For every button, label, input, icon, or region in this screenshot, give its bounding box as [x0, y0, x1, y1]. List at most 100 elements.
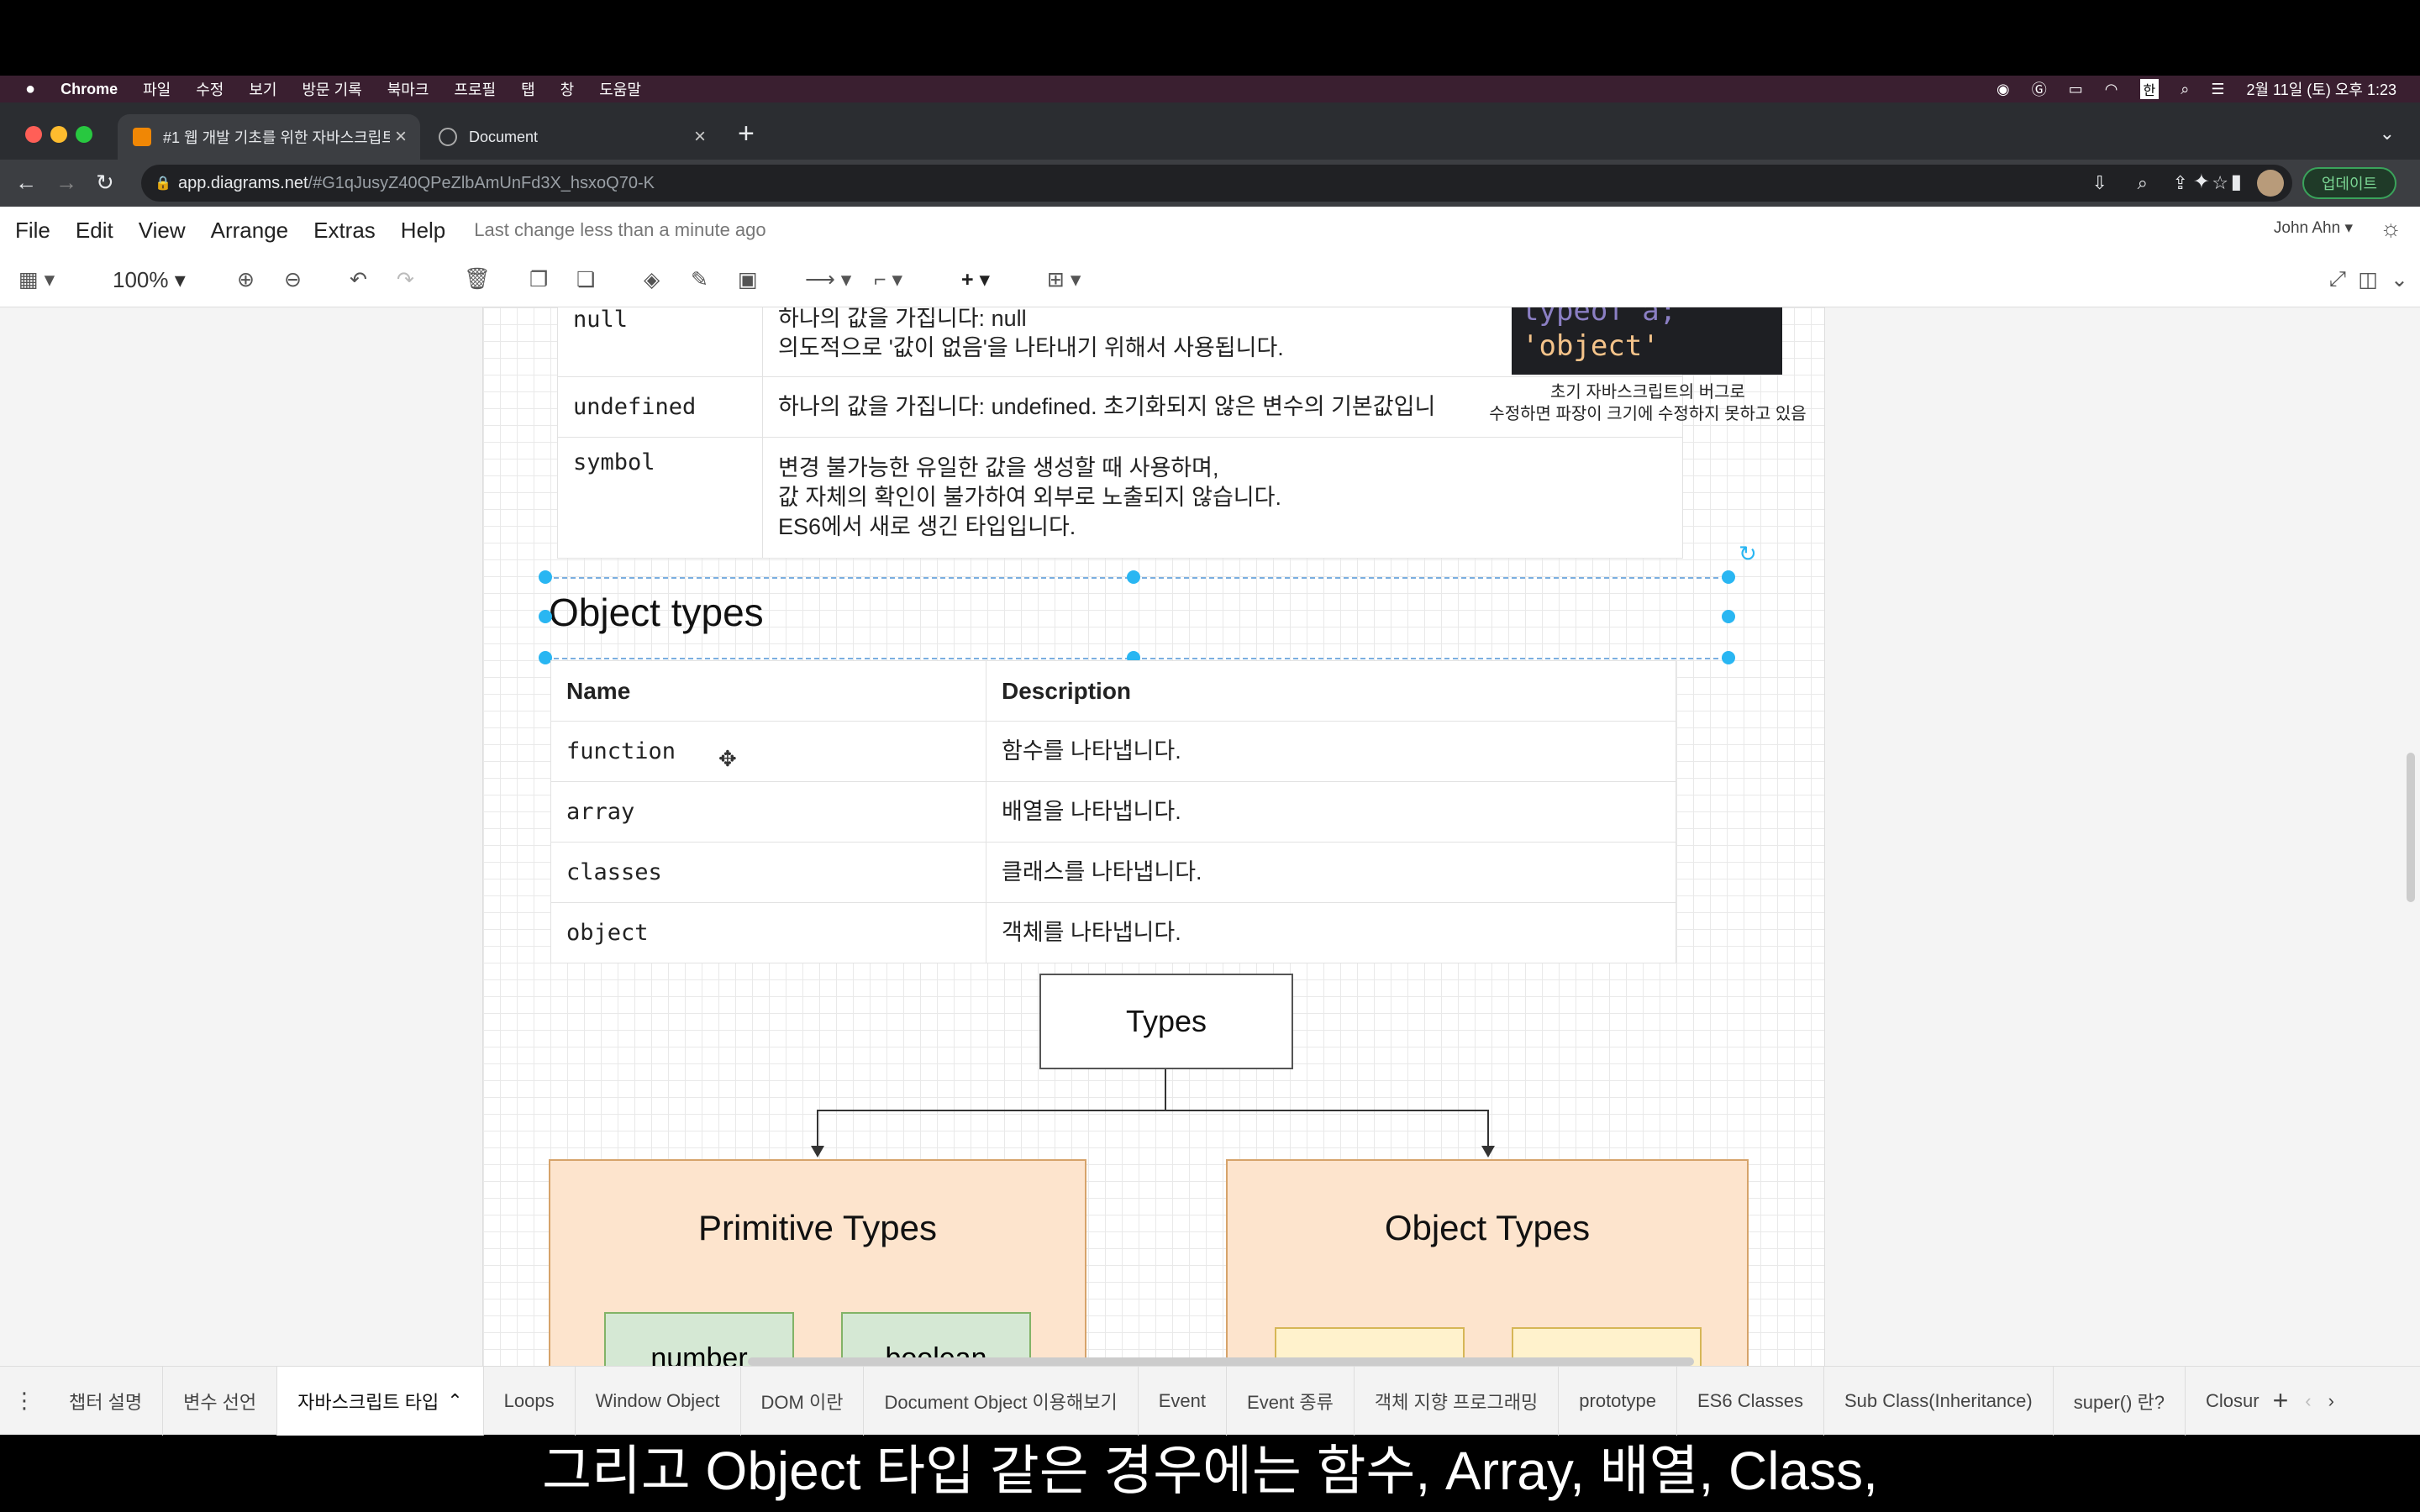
object-types-heading[interactable]: Object types: [549, 590, 764, 635]
install-icon[interactable]: ⇩: [2092, 172, 2107, 194]
table-row[interactable]: symbol 변경 불가능한 유일한 값을 생성할 때 사용하며, 값 자체의 …: [557, 437, 1683, 559]
menu-help[interactable]: Help: [401, 218, 445, 244]
page-tab[interactable]: Document Object 이용해보기: [864, 1366, 1139, 1436]
clock[interactable]: 2월 11일 (토) 오후 1:23: [2246, 78, 2396, 100]
zoom-icon[interactable]: ⌕: [2138, 172, 2148, 194]
diagram-canvas[interactable]: null 하나의 값을 가집니다: null 의도적으로 '값이 없음'을 나타…: [0, 307, 2420, 1366]
mac-menu-bookmarks[interactable]: 북마크: [387, 78, 429, 100]
shadow-icon[interactable]: ▣: [738, 267, 758, 292]
connection-icon[interactable]: ⟶ ▾: [805, 267, 851, 292]
collapse-icon[interactable]: ⌄: [2391, 267, 2408, 292]
input-source[interactable]: 한: [2139, 79, 2160, 99]
fill-color-icon[interactable]: ◈: [644, 267, 660, 292]
to-front-icon[interactable]: ❐: [529, 267, 548, 292]
fullscreen-icon[interactable]: ⤢: [2329, 267, 2346, 291]
type-name-cell[interactable]: object: [550, 902, 986, 963]
update-button[interactable]: 업데이트: [2302, 167, 2396, 199]
table-icon[interactable]: ⊞ ▾: [1047, 267, 1081, 292]
address-bar[interactable]: 🔒 app.diagrams.net/#G1qJusyZ40QPeZlbAmUn…: [141, 165, 2292, 202]
type-name-cell[interactable]: symbol: [557, 437, 763, 559]
vertical-scrollbar[interactable]: [2407, 753, 2415, 902]
undo-icon[interactable]: ↶: [350, 267, 367, 292]
menu-extras[interactable]: Extras: [313, 218, 376, 244]
new-tab-icon[interactable]: +: [738, 118, 755, 150]
battery-icon[interactable]: ▭: [2069, 81, 2083, 98]
page-tab[interactable]: Event 종류: [1227, 1366, 1355, 1436]
code-snippet[interactable]: typeof a; 'object': [1512, 307, 1782, 375]
wifi-icon[interactable]: ◠: [2105, 81, 2118, 98]
line-color-icon[interactable]: ✎: [691, 267, 708, 292]
zoom-out-icon[interactable]: ⊖: [284, 267, 302, 292]
scroll-left-icon[interactable]: ‹: [2296, 1390, 2319, 1412]
mac-menu-window[interactable]: 창: [560, 78, 575, 100]
browser-tab[interactable]: Document ×: [424, 114, 719, 160]
menu-view[interactable]: View: [139, 218, 186, 244]
type-desc-cell[interactable]: 배열을 나타냅니다.: [986, 781, 1676, 843]
control-center-icon[interactable]: ☰: [2211, 81, 2224, 98]
apple-icon[interactable]: ●: [25, 80, 35, 99]
mac-menu-edit[interactable]: 수정: [196, 78, 224, 100]
page-tab-active[interactable]: 자바스크립트 타입 ⌃: [277, 1366, 484, 1436]
zoom-level[interactable]: 100% ▾: [113, 267, 186, 293]
zoom-in-icon[interactable]: ⊕: [237, 267, 255, 292]
column-header-description[interactable]: Description: [986, 660, 1676, 722]
panel-toggle-icon[interactable]: ◫: [2358, 267, 2378, 292]
close-window-button[interactable]: [25, 126, 42, 143]
record-icon[interactable]: ◉: [1996, 81, 2010, 98]
bookmark-star-icon[interactable]: ☆: [2212, 172, 2228, 194]
user-menu[interactable]: John Ahn ▾: [2274, 218, 2353, 238]
zoom-window-button[interactable]: [76, 126, 92, 143]
chevron-up-icon[interactable]: ⌃: [447, 1390, 462, 1412]
diagram-page[interactable]: null 하나의 값을 가집니다: null 의도적으로 '값이 없음'을 나타…: [482, 307, 1825, 1366]
page-menu-icon[interactable]: ⋮: [0, 1388, 49, 1414]
insert-icon[interactable]: + ▾: [961, 267, 990, 292]
mac-menu-file[interactable]: 파일: [143, 78, 171, 100]
object-types-table[interactable]: Name Description function 함수를 나타냅니다. arr…: [550, 660, 1676, 963]
type-desc-cell[interactable]: 객체를 나타냅니다.: [986, 902, 1676, 963]
page-tab[interactable]: Event: [1139, 1366, 1228, 1436]
column-header-name[interactable]: Name: [550, 660, 986, 722]
page-tab[interactable]: 챕터 설명: [49, 1366, 164, 1436]
grammarly-icon[interactable]: Ⓖ: [2032, 78, 2047, 100]
resize-handle[interactable]: [1722, 570, 1735, 584]
mac-menu-history[interactable]: 방문 기록: [302, 78, 361, 100]
theme-icon[interactable]: ☼: [2380, 215, 2402, 242]
page-tab[interactable]: Window Object: [576, 1366, 741, 1436]
resize-handle[interactable]: [539, 570, 552, 584]
tab-search-icon[interactable]: ⌄: [2380, 123, 2395, 144]
menu-file[interactable]: File: [15, 218, 50, 244]
delete-icon[interactable]: 🗑: [464, 267, 491, 291]
mac-menu-help[interactable]: 도움말: [599, 78, 641, 100]
extensions-icon[interactable]: ✦: [2193, 170, 2210, 194]
type-desc-cell[interactable]: 변경 불가능한 유일한 값을 생성할 때 사용하며, 값 자체의 확인이 불가하…: [762, 437, 1683, 559]
type-name-cell[interactable]: array: [550, 781, 986, 843]
page-tab[interactable]: super() 란?: [2054, 1366, 2186, 1436]
type-name-cell[interactable]: undefined: [557, 376, 763, 438]
mac-menu-tab[interactable]: 탭: [521, 78, 535, 100]
close-tab-icon[interactable]: ×: [395, 125, 407, 149]
reload-icon[interactable]: ↻: [96, 170, 114, 196]
back-icon[interactable]: ←: [15, 170, 37, 196]
browser-tab-active[interactable]: #1 웹 개발 기초를 위한 자바스크립트 ×: [118, 114, 420, 160]
menu-edit[interactable]: Edit: [76, 218, 113, 244]
horizontal-scrollbar[interactable]: [748, 1357, 1694, 1366]
page-tab[interactable]: ES6 Classes: [1677, 1366, 1824, 1436]
waypoints-icon[interactable]: ⌐ ▾: [874, 267, 902, 292]
page-tab[interactable]: 객체 지향 프로그래밍: [1355, 1366, 1560, 1436]
type-name-cell[interactable]: function: [550, 721, 986, 782]
resize-handle[interactable]: [539, 610, 552, 623]
page-tab[interactable]: Closur: [2186, 1367, 2265, 1436]
to-back-icon[interactable]: ❏: [576, 267, 595, 292]
mac-menu-profiles[interactable]: 프로필: [454, 78, 496, 100]
type-name-cell[interactable]: null: [557, 307, 763, 377]
share-icon[interactable]: ⇪: [2173, 172, 2188, 194]
page-tab[interactable]: prototype: [1559, 1366, 1677, 1436]
resize-handle[interactable]: [1127, 570, 1140, 584]
type-name-cell[interactable]: classes: [550, 842, 986, 903]
minimize-window-button[interactable]: [50, 126, 67, 143]
scroll-right-icon[interactable]: ›: [2320, 1390, 2343, 1412]
menu-arrange[interactable]: Arrange: [211, 218, 289, 244]
format-panel-icon[interactable]: ▦ ▾: [18, 267, 55, 292]
spotlight-icon[interactable]: ⌕: [2181, 81, 2189, 98]
page-tab[interactable]: Loops: [484, 1366, 576, 1436]
